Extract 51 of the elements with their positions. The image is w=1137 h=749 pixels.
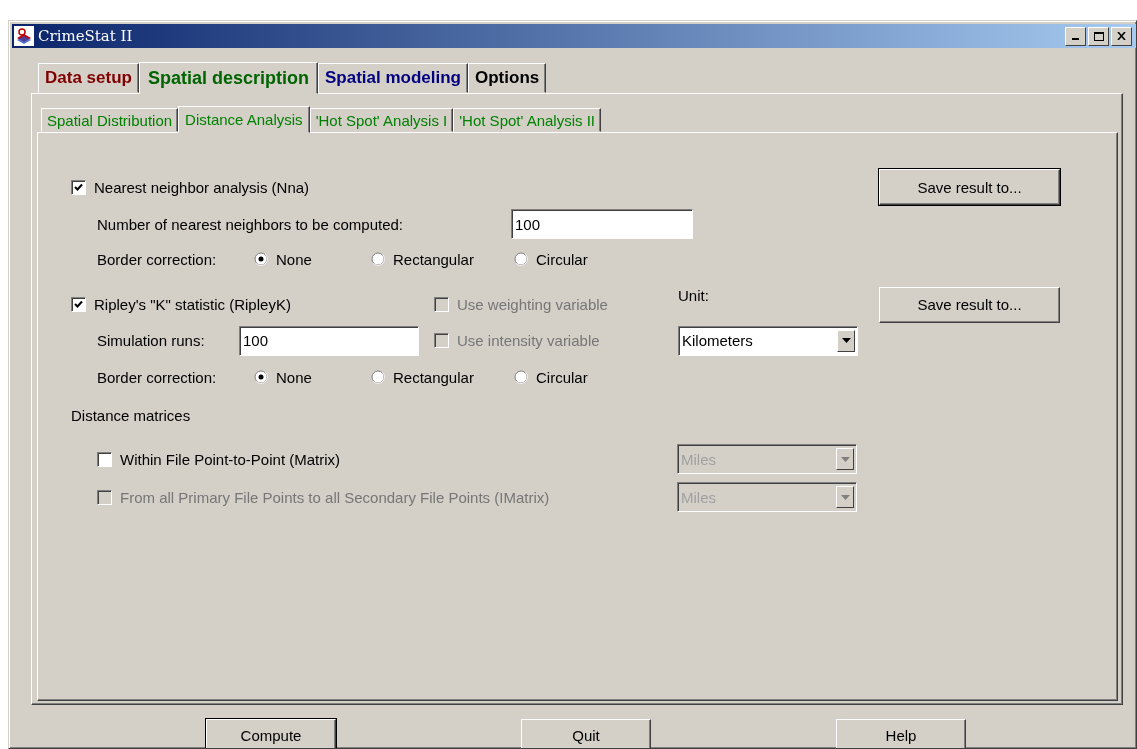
- push-button[interactable]: Quit: [521, 719, 651, 748]
- radio-button[interactable]: [514, 252, 528, 266]
- caret-icon: [836, 486, 854, 508]
- radio-label: None: [276, 250, 312, 268]
- checkbox-label: Use weighting variable: [457, 296, 608, 313]
- checkbox[interactable]: [97, 451, 112, 467]
- field-label: Border correction:: [97, 368, 217, 386]
- maximize-button[interactable]: [1088, 26, 1109, 46]
- radio-label: Circular: [536, 368, 588, 386]
- radio-button[interactable]: [254, 370, 268, 384]
- checkbox-label: From all Primary File Points to all Secondary File Points (IMatrix): [120, 488, 550, 506]
- minimize-button[interactable]: [1065, 26, 1086, 46]
- push-button[interactable]: Compute: [206, 719, 336, 748]
- push-button[interactable]: Save result to...: [879, 286, 1060, 323]
- checkbox-label: Use intensity variable: [457, 332, 600, 349]
- tab[interactable]: Data setup: [38, 63, 139, 93]
- radio-label: Circular: [536, 250, 588, 268]
- close-button[interactable]: [1111, 26, 1132, 46]
- checkbox[interactable]: [71, 297, 86, 312]
- section-heading: Distance matrices: [71, 406, 191, 424]
- app-logo-icon: [14, 26, 34, 46]
- checkbox-label: Ripley's "K" statistic (RipleyK): [94, 296, 291, 313]
- maximize-icon: [1093, 31, 1104, 41]
- push-button[interactable]: Save result to...: [879, 169, 1060, 205]
- checkbox-label: Nearest neighbor analysis (Nna): [94, 178, 310, 196]
- checkmark-icon: [74, 300, 83, 309]
- push-button[interactable]: Help: [836, 719, 966, 748]
- field-label: Unit:: [678, 287, 709, 304]
- radio-button[interactable]: [254, 252, 268, 266]
- close-icon: [1117, 32, 1126, 40]
- window-title: CrimeStat II: [38, 27, 134, 45]
- radio-label: Rectangular: [393, 250, 474, 268]
- tab[interactable]: Spatial description: [138, 62, 318, 94]
- text-field[interactable]: 100: [511, 209, 693, 239]
- tab[interactable]: Spatial modeling: [317, 63, 468, 93]
- text-field[interactable]: 100: [239, 325, 419, 356]
- radio-button[interactable]: [514, 370, 528, 384]
- radio-label: Rectangular: [393, 368, 474, 386]
- radio-button[interactable]: [371, 252, 385, 266]
- caret-icon: [836, 448, 854, 470]
- dropdown[interactable]: Kilometers: [678, 325, 858, 356]
- field-label: Number of nearest neighbors to be computed:: [97, 215, 403, 233]
- tab[interactable]: Options: [468, 63, 547, 93]
- caret-icon: [837, 329, 855, 352]
- checkbox-label: Within File Point-to-Point (Matrix): [120, 450, 341, 468]
- checkmark-icon: [74, 182, 83, 192]
- field-label: Simulation runs:: [97, 332, 205, 349]
- checkbox[interactable]: [71, 179, 86, 195]
- radio-button[interactable]: [371, 370, 385, 384]
- radio-label: None: [276, 368, 312, 386]
- field-label: Border correction:: [97, 250, 217, 268]
